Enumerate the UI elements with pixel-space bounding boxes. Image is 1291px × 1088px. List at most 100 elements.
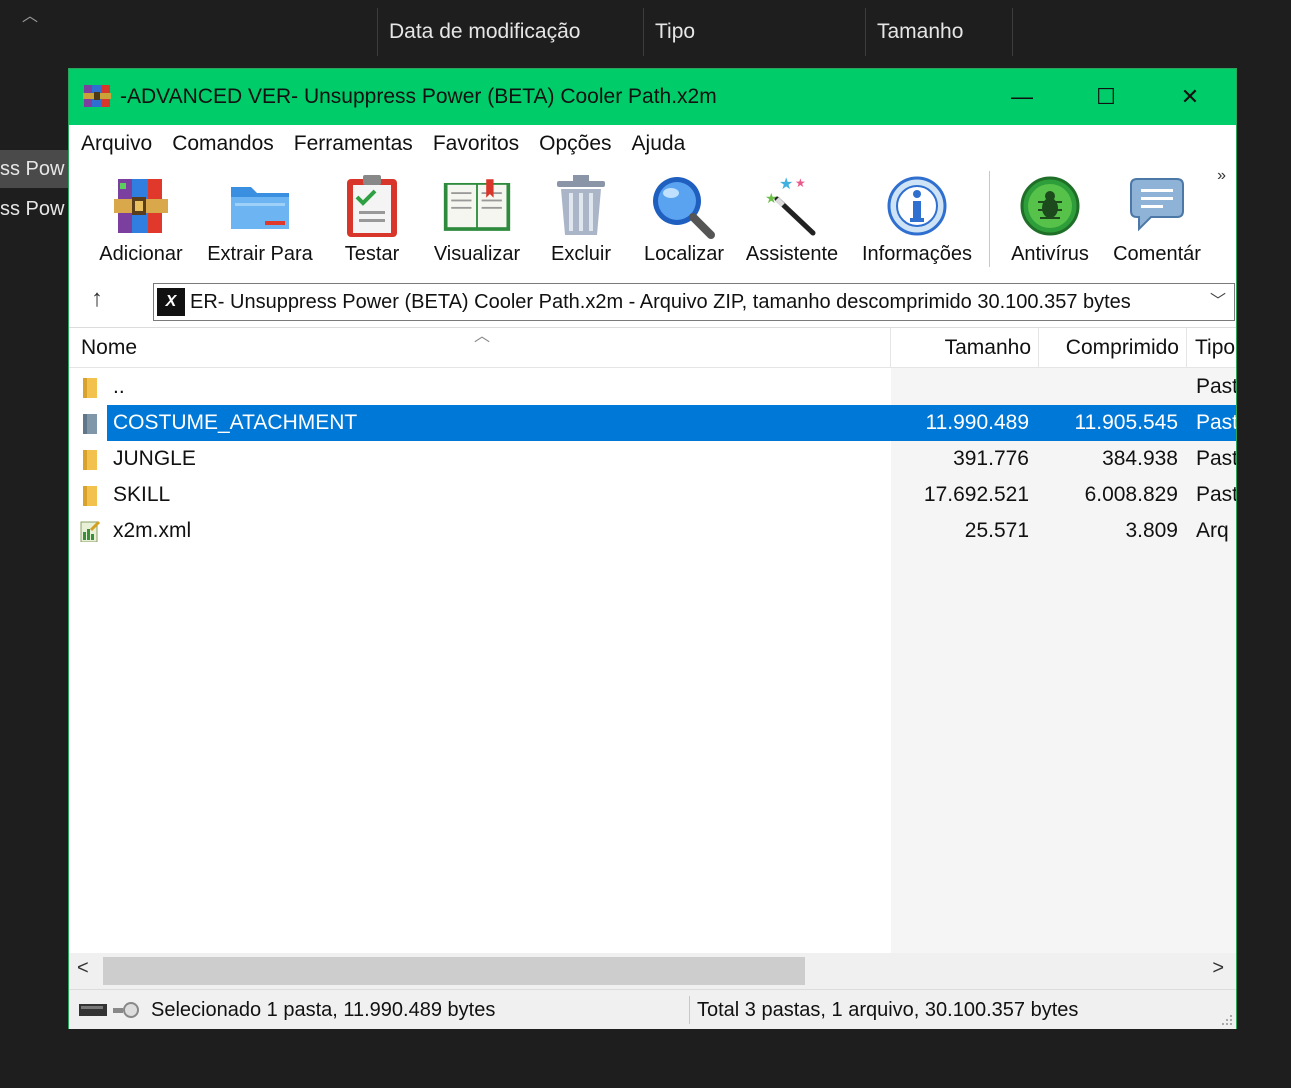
horizontal-scrollbar[interactable]: < >	[69, 953, 1236, 989]
file-compressed: 6.008.829	[1084, 483, 1178, 506]
menu-ajuda[interactable]: Ajuda	[622, 125, 696, 163]
up-folder-icon[interactable]: ↑	[91, 285, 103, 313]
extract-folder-icon	[231, 187, 289, 229]
file-name: x2m.xml	[113, 519, 192, 542]
status-bar: Selecionado 1 pasta, 11.990.489 bytes To…	[69, 989, 1236, 1029]
svg-text:★: ★	[765, 191, 778, 207]
column-type[interactable]: Tipo	[1195, 328, 1236, 368]
column-name[interactable]: Nome	[81, 328, 881, 368]
address-bar: ↑ X ER- Unsuppress Power (BETA) Cooler P…	[69, 275, 1236, 327]
status-selection: Selecionado 1 pasta, 11.990.489 bytes	[151, 999, 496, 1021]
delete-label: Excluir	[550, 243, 611, 265]
column-compressed[interactable]: Comprimido	[1039, 328, 1179, 368]
status-divider	[689, 996, 690, 1024]
view-button[interactable]: Visualizar	[425, 163, 529, 275]
table-row[interactable]: x2m.xml 25.571 3.809 Arq	[69, 513, 1236, 549]
view-label: Visualizar	[433, 243, 521, 265]
extract-to-label: Extrair Para	[207, 243, 313, 265]
bg-list-item[interactable]: ss Pow	[0, 150, 68, 188]
title-bar[interactable]: -ADVANCED VER- Unsuppress Power (BETA) C…	[69, 69, 1236, 125]
maximize-button[interactable]: ☐	[1071, 69, 1141, 125]
file-type: Arq	[1196, 519, 1229, 542]
address-field[interactable]: X ER- Unsuppress Power (BETA) Cooler Pat…	[153, 283, 1235, 321]
file-size: 25.571	[964, 519, 1029, 542]
menu-ferramentas[interactable]: Ferramentas	[284, 125, 423, 163]
background-explorer-header: ︿ Data de modificação Tipo Tamanho	[0, 0, 1291, 64]
close-button[interactable]: ✕	[1155, 69, 1225, 125]
file-size: 11.990.489	[925, 411, 1029, 434]
comment-button[interactable]: Comentár	[1105, 163, 1209, 275]
bg-column-date[interactable]: Data de modificação	[377, 8, 642, 56]
antivirus-button[interactable]: Antivírus	[1003, 163, 1097, 275]
file-size: 17.692.521	[923, 483, 1029, 506]
book-view-icon	[443, 179, 511, 231]
status-total: Total 3 pastas, 1 arquivo, 30.100.357 by…	[697, 999, 1079, 1021]
maximize-icon: ☐	[1096, 84, 1116, 109]
file-list[interactable]: ︿ Nome Tamanho Comprimido Tipo .. Past C…	[69, 327, 1236, 997]
scrollbar-thumb[interactable]	[103, 957, 805, 985]
folder-icon	[83, 378, 97, 398]
file-type: Past	[1196, 483, 1236, 506]
wizard-button[interactable]: ★ ★ ★ Assistente	[741, 163, 843, 275]
trash-icon	[557, 175, 605, 235]
comment-label: Comentár	[1113, 243, 1201, 265]
menu-favoritos[interactable]: Favoritos	[423, 125, 529, 163]
add-button[interactable]: Adicionar	[91, 163, 191, 275]
scroll-right-icon[interactable]: >	[1212, 957, 1224, 980]
extract-to-button[interactable]: Extrair Para	[202, 163, 318, 275]
magnifier-icon	[653, 177, 715, 239]
menu-comandos[interactable]: Comandos	[162, 125, 284, 163]
file-type: Past	[1196, 411, 1236, 434]
file-name: COSTUME_ATACHMENT	[113, 411, 358, 434]
info-label: Informações	[861, 243, 973, 265]
winrar-app-icon	[83, 85, 111, 107]
toolbar-more-icon[interactable]: »	[1217, 167, 1226, 185]
bg-column-size[interactable]: Tamanho	[865, 8, 1013, 56]
xml-file-icon	[80, 520, 101, 542]
folder-icon	[83, 450, 97, 470]
column-size[interactable]: Tamanho	[891, 328, 1031, 368]
list-header: ︿ Nome Tamanho Comprimido Tipo	[69, 328, 1236, 368]
table-row[interactable]: SKILL 17.692.521 6.008.829 Past	[69, 477, 1236, 513]
wizard-label: Assistente	[745, 243, 839, 265]
add-label: Adicionar	[99, 243, 183, 265]
file-compressed: 11.905.545	[1074, 411, 1178, 434]
address-text: ER- Unsuppress Power (BETA) Cooler Path.…	[190, 291, 1131, 313]
table-row[interactable]: JUNGLE 391.776 384.938 Past	[69, 441, 1236, 477]
file-name: ..	[113, 375, 125, 398]
x2m-file-icon: X	[157, 288, 185, 316]
antivirus-label: Antivírus	[1011, 243, 1089, 265]
scroll-left-icon[interactable]: <	[77, 957, 89, 980]
column-divider[interactable]	[1186, 328, 1187, 368]
delete-button[interactable]: Excluir	[543, 163, 619, 275]
toolbar: Adicionar Extrair Para Testar Visualizar…	[69, 163, 1236, 275]
file-size: 391.776	[953, 447, 1029, 470]
find-label: Localizar	[643, 243, 725, 265]
window-title: -ADVANCED VER- Unsuppress Power (BETA) C…	[120, 85, 717, 108]
test-button[interactable]: Testar	[332, 163, 412, 275]
info-icon	[887, 176, 947, 236]
resize-grip-icon[interactable]	[1220, 1013, 1234, 1027]
info-button[interactable]: Informações	[855, 163, 979, 275]
archive-add-icon	[114, 179, 168, 233]
table-row[interactable]: .. Past	[69, 369, 1236, 405]
folder-icon	[83, 414, 97, 434]
toolbar-separator	[989, 171, 990, 267]
menu-opcoes[interactable]: Opções	[529, 125, 621, 163]
file-compressed: 384.938	[1102, 447, 1178, 470]
bg-list-item[interactable]: ss Pow	[0, 190, 68, 228]
winrar-window: -ADVANCED VER- Unsuppress Power (BETA) C…	[68, 68, 1237, 1029]
table-row-selected[interactable]: COSTUME_ATACHMENT 11.990.489 11.905.545 …	[69, 405, 1236, 441]
minimize-icon: —	[1011, 84, 1033, 109]
drive-connection-icon	[79, 1002, 139, 1018]
test-clipboard-icon	[347, 175, 397, 237]
chevron-down-icon[interactable]: ﹀	[1210, 284, 1226, 320]
minimize-button[interactable]: —	[987, 69, 1057, 125]
menu-arquivo[interactable]: Arquivo	[71, 125, 162, 163]
file-type: Past	[1196, 375, 1236, 398]
bg-column-type[interactable]: Tipo	[643, 8, 865, 56]
find-button[interactable]: Localizar	[636, 163, 732, 275]
comment-icon	[1130, 178, 1184, 232]
collapse-caret-icon[interactable]: ︿	[22, 2, 38, 26]
svg-text:★: ★	[779, 174, 793, 193]
